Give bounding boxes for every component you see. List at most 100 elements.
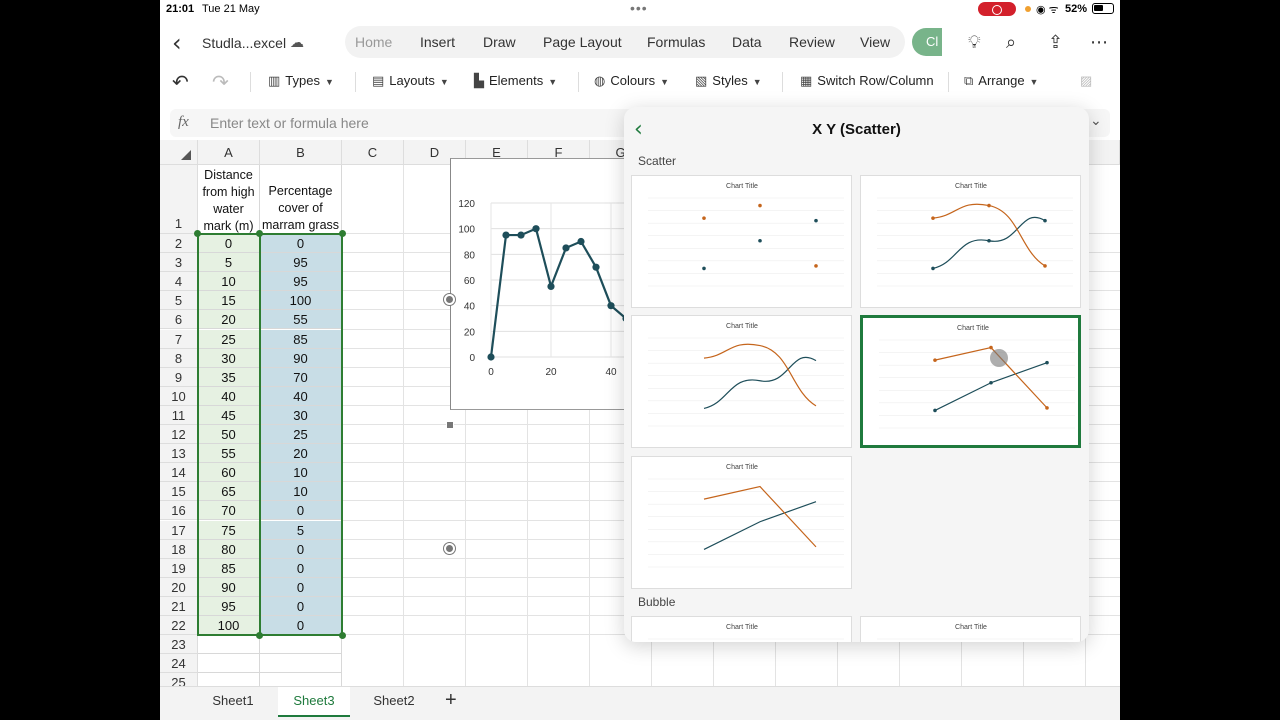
row-header[interactable]: 25	[160, 673, 198, 686]
battery-icon	[1092, 3, 1114, 14]
row-header[interactable]: 1	[160, 165, 198, 234]
selection-handle[interactable]	[194, 230, 201, 237]
arrange-button[interactable]: ⧉ Arrange ▼	[964, 73, 1038, 89]
selection-handle[interactable]	[339, 230, 346, 237]
chart-resize-handle[interactable]	[444, 543, 455, 554]
row-header[interactable]: 10	[160, 386, 198, 406]
row-header[interactable]: 19	[160, 558, 198, 578]
switch-row-column-button[interactable]: ▦ Switch Row/Column	[800, 73, 934, 89]
x-tick-label: 40	[605, 367, 617, 378]
add-sheet-icon[interactable]: +	[445, 689, 457, 712]
copilot-button[interactable]: Cl	[912, 28, 942, 56]
alt-text-icon[interactable]: ▨	[1080, 73, 1092, 89]
tab-home[interactable]: Home	[355, 34, 392, 50]
thumbnail-title: Chart Title	[957, 325, 989, 332]
row-header[interactable]: 7	[160, 329, 198, 349]
row-header[interactable]: 4	[160, 272, 198, 292]
undo-icon[interactable]: ↶	[172, 70, 189, 94]
row-header[interactable]: 22	[160, 616, 198, 636]
sheet-tab-active[interactable]: Sheet3	[278, 687, 350, 717]
row-header[interactable]: 13	[160, 444, 198, 464]
formula-input[interactable]: Enter text or formula here	[210, 115, 369, 131]
x-tick-label: 0	[488, 367, 494, 378]
row-header[interactable]: 24	[160, 654, 198, 674]
tab-data[interactable]: Data	[732, 34, 762, 50]
cell-empty[interactable]	[198, 673, 260, 686]
row-header[interactable]: 16	[160, 501, 198, 521]
chart-type-thumbnail[interactable]: Chart Title	[860, 175, 1081, 308]
redo-icon[interactable]: ↷	[212, 70, 229, 94]
thumb-marker	[1045, 360, 1049, 365]
elements-button[interactable]: ▙ Elements ▼	[474, 73, 557, 89]
row-header[interactable]: 18	[160, 539, 198, 559]
cell-empty[interactable]	[260, 654, 342, 674]
column-header[interactable]: C	[342, 140, 404, 165]
chart-resize-handle[interactable]	[446, 421, 454, 429]
lightbulb-icon[interactable]: 💡︎	[968, 32, 981, 53]
tab-view[interactable]: View	[860, 34, 890, 50]
row-header[interactable]: 23	[160, 635, 198, 655]
chart-type-thumbnail[interactable]: Chart Title	[631, 616, 852, 642]
row-header[interactable]: 14	[160, 463, 198, 483]
cloud-sync-icon[interactable]: ☁	[290, 34, 304, 51]
tab-formulas[interactable]: Formulas	[647, 34, 705, 50]
wifi-icon: ◉ ᯤ	[1036, 4, 1059, 16]
sheet-tab[interactable]: Sheet2	[358, 687, 430, 717]
column-header[interactable]: B	[260, 140, 342, 165]
row-header[interactable]: 6	[160, 310, 198, 330]
chart-resize-handle[interactable]	[444, 294, 455, 305]
y-tick-label: 0	[469, 353, 475, 364]
row-header[interactable]: 21	[160, 596, 198, 616]
row-header[interactable]: 11	[160, 405, 198, 425]
cell-empty[interactable]	[198, 635, 260, 655]
selection-handle[interactable]	[256, 230, 263, 237]
chart-type-thumbnail[interactable]: Chart Title	[860, 315, 1081, 448]
row-header[interactable]: 2	[160, 234, 198, 254]
selection-handle[interactable]	[339, 632, 346, 640]
tab-draw[interactable]: Draw	[483, 34, 516, 50]
layouts-icon: ▤	[372, 74, 385, 89]
layouts-button[interactable]: ▤ Layouts ▼	[372, 73, 449, 89]
multitask-dots-icon[interactable]: •••	[630, 0, 648, 16]
row-header[interactable]: 12	[160, 425, 198, 445]
row-header[interactable]: 5	[160, 291, 198, 311]
thumb-series-line	[703, 501, 817, 550]
tab-insert[interactable]: Insert	[420, 34, 455, 50]
thumb-marker	[1045, 406, 1049, 410]
row-header[interactable]: 3	[160, 253, 198, 273]
cell-empty[interactable]	[260, 673, 342, 686]
select-all-corner[interactable]	[160, 140, 198, 165]
styles-button[interactable]: ▧ Styles ▼	[695, 73, 762, 89]
tab-page-layout[interactable]: Page Layout	[543, 34, 622, 50]
header-cell-distance[interactable]: Distance from high water mark (m)	[198, 165, 260, 234]
sheet-tab[interactable]: Sheet1	[198, 687, 268, 717]
cell-empty[interactable]	[198, 654, 260, 674]
chevron-down-icon[interactable]: ⌄	[1090, 112, 1102, 129]
column-header[interactable]: A	[198, 140, 260, 165]
document-title[interactable]: Studla...excel	[202, 35, 286, 51]
tab-review[interactable]: Review	[789, 34, 835, 50]
search-icon[interactable]: ⌕	[1006, 32, 1016, 53]
types-button[interactable]: ▥ Types ▼	[268, 73, 334, 89]
more-icon[interactable]: ⋯	[1090, 32, 1108, 53]
row-header[interactable]: 15	[160, 482, 198, 502]
chart-type-thumbnail[interactable]: Chart Title	[860, 616, 1081, 642]
thumb-marker	[987, 238, 991, 243]
thumbnail-title: Chart Title	[955, 624, 987, 631]
chart-type-thumbnail[interactable]: Chart Title	[631, 315, 852, 448]
row-header[interactable]: 17	[160, 520, 198, 540]
data-point	[517, 231, 525, 239]
row-header[interactable]: 20	[160, 577, 198, 597]
data-point	[562, 244, 570, 252]
row-header[interactable]: 9	[160, 367, 198, 387]
back-icon[interactable]: ‹	[172, 29, 182, 57]
thumb-marker	[814, 264, 818, 268]
row-header[interactable]: 8	[160, 348, 198, 368]
header-cell-percentage[interactable]: Percentage cover of marram grass	[260, 165, 342, 234]
cell-empty[interactable]	[260, 635, 342, 655]
thumb-marker	[989, 345, 993, 350]
colours-button[interactable]: ◍ Colours ▼	[594, 73, 669, 89]
chart-type-thumbnail[interactable]: Chart Title	[631, 175, 852, 308]
chart-type-thumbnail[interactable]: Chart Title	[631, 456, 852, 589]
share-icon[interactable]: ⇪	[1048, 32, 1063, 53]
